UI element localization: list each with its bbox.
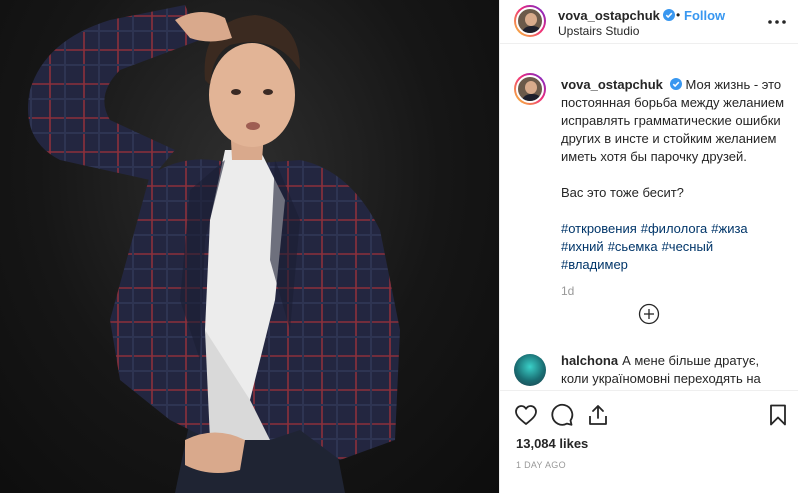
caption-hashtags: #откровения #филолога #жиза #ихний #сьемка #… <box>561 220 786 274</box>
author-avatar[interactable] <box>514 5 546 37</box>
post-photo[interactable] <box>0 0 499 493</box>
comment: halchona А мене більше дратує, коли украї… <box>561 352 786 388</box>
post-location[interactable]: Upstairs Studio <box>558 24 639 38</box>
hashtag-link[interactable]: #жиза <box>711 221 747 236</box>
caption-first-paragraph: vova_ostapchuk Моя жизнь - это постоянна… <box>561 76 786 166</box>
hashtag-link[interactable]: #чесный <box>662 239 714 254</box>
hashtag-link[interactable]: #откровения <box>561 221 637 236</box>
post-actions: 13,084 likes 1 DAY AGO <box>500 390 798 493</box>
caption-time-ago: 1d <box>561 284 575 298</box>
follow-button[interactable]: Follow <box>684 8 725 23</box>
header-separator: • <box>676 8 681 22</box>
comments-scroll-area[interactable]: vova_ostapchuk Моя жизнь - это постоянна… <box>500 45 798 390</box>
verified-badge-icon <box>669 78 682 90</box>
more-options-icon[interactable] <box>765 10 789 34</box>
commenter-avatar[interactable] <box>514 354 546 386</box>
bookmark-icon[interactable] <box>766 403 790 427</box>
likes-count[interactable]: 13,084 likes <box>516 436 588 451</box>
caption-text-second: Вас это тоже бесит? <box>561 185 684 200</box>
post-date[interactable]: 1 DAY AGO <box>516 460 566 470</box>
hashtag-link[interactable]: #ихний <box>561 239 604 254</box>
heart-icon[interactable] <box>514 403 538 427</box>
author-username-wrap: vova_ostapchuk <box>558 8 675 23</box>
portrait-illustration <box>28 5 400 493</box>
post-side-panel: vova_ostapchuk • Follow Upstairs Studio … <box>499 0 798 493</box>
caption: vova_ostapchuk Моя жизнь - это постоянна… <box>561 76 786 274</box>
hashtag-link[interactable]: #владимер <box>561 257 628 272</box>
hashtag-link[interactable]: #филолога <box>641 221 708 236</box>
caption-username[interactable]: vova_ostapchuk <box>561 77 663 92</box>
plus-circle-icon[interactable] <box>638 303 660 325</box>
share-icon[interactable] <box>586 403 610 427</box>
post-header: vova_ostapchuk • Follow Upstairs Studio <box>500 0 798 44</box>
comment-username[interactable]: halchona <box>561 353 618 368</box>
author-username[interactable]: vova_ostapchuk <box>558 8 660 23</box>
verified-badge-icon <box>662 9 675 21</box>
hashtag-link[interactable]: #сьемка <box>608 239 658 254</box>
comment-bubble-icon[interactable] <box>550 403 574 427</box>
caption-author-avatar[interactable] <box>514 73 546 105</box>
